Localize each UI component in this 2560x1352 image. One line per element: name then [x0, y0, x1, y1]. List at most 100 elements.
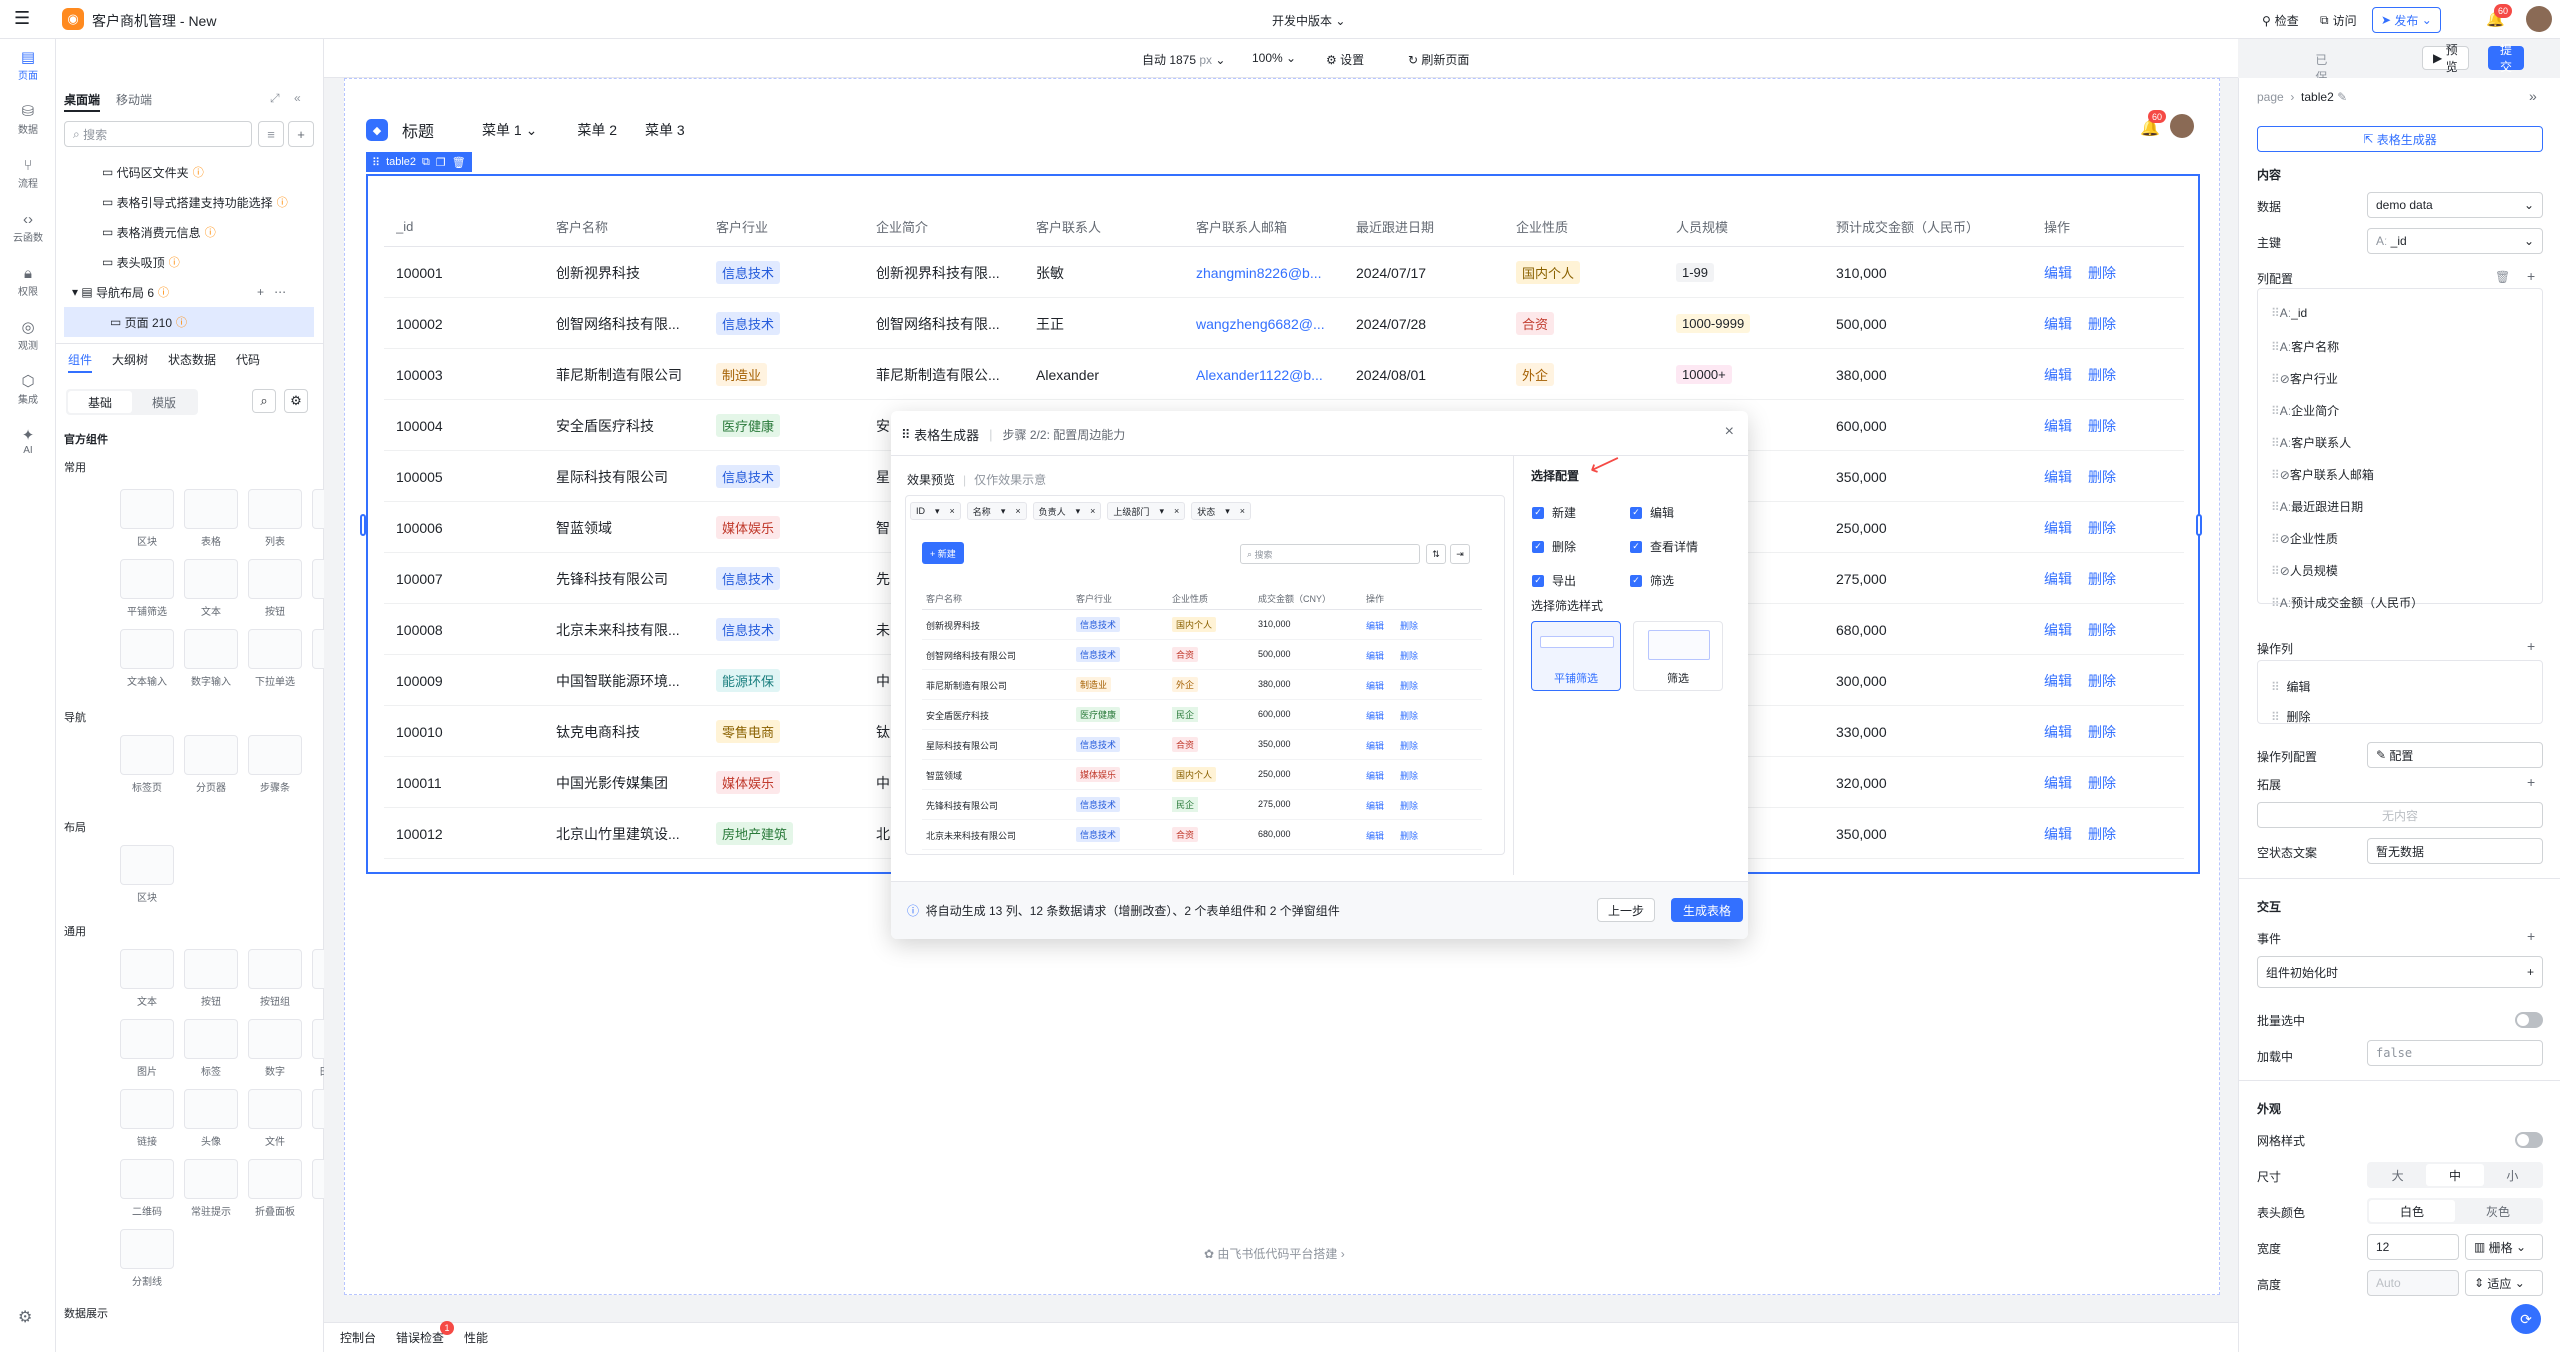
column-item[interactable]: ⠿ Aː 最近跟进日期	[2271, 498, 2363, 515]
column-header[interactable]: 客户联系人邮箱	[1196, 205, 1287, 247]
delete-link[interactable]: 删除	[2088, 314, 2116, 334]
add-icon[interactable]: +	[2527, 928, 2535, 944]
tree-item-page-210[interactable]: ▭ 页面 210 ⓘ	[64, 307, 314, 337]
config-checkbox[interactable]: ✓ 筛选	[1630, 572, 1674, 589]
preview-button[interactable]: ▶ 预览	[2422, 43, 2469, 74]
column-item[interactable]: ⠿ ⊘ 企业性质	[2271, 530, 2338, 547]
config-checkbox[interactable]: ✓ 删除	[1532, 538, 1576, 555]
delete-icon[interactable]: 🗑︎	[452, 156, 466, 169]
column-item[interactable]: ⠿ Aː 客户名称	[2271, 338, 2339, 355]
menu-1[interactable]: 菜单 1 ⌄	[482, 120, 537, 140]
edit-link[interactable]: 编辑	[2044, 518, 2072, 538]
size-medium[interactable]: 中	[2426, 1164, 2484, 1186]
search-input[interactable]: ⌕ 搜索	[64, 121, 252, 147]
table-row[interactable]: 100002 创智网络科技有限... 信息技术 创智网络科技有限... 王正 wangzh…	[384, 298, 2184, 349]
height-unit-select[interactable]: ⇕ 适应 ⌄	[2465, 1270, 2543, 1296]
table-row[interactable]: 100003 菲尼斯制造有限公司 制造业 菲尼斯制造有限公... Alexander Al…	[384, 349, 2184, 400]
rail-item-data[interactable]: ⛁ 数据	[0, 103, 56, 136]
column-item[interactable]: ⠿ ⊘ 客户联系人邮箱	[2271, 466, 2374, 483]
resize-handle-right[interactable]	[2196, 514, 2202, 536]
tab-desktop[interactable]: 桌面端	[64, 91, 101, 112]
expand-icon[interactable]: ⤢	[270, 91, 280, 106]
column-header[interactable]: 企业简介	[876, 205, 928, 247]
style-option-flat[interactable]: 平铺筛选	[1531, 621, 1621, 691]
component-tile[interactable]: 表格	[184, 489, 238, 548]
primary-key-select[interactable]: Aː _id ⌄	[2367, 228, 2543, 254]
cell-value[interactable]: wangzheng6682@...	[1196, 316, 1325, 332]
column-header[interactable]: 客户行业	[716, 205, 768, 247]
assistant-icon[interactable]: ⟳	[2511, 1304, 2541, 1334]
tree-item-nav-layout[interactable]: ▾ ▤ 导航布局 6 ⓘ + ⋯	[56, 277, 324, 307]
component-tile[interactable]: 区块	[120, 845, 174, 904]
config-checkbox[interactable]: ✓ 新建	[1532, 504, 1576, 521]
avatar[interactable]	[2170, 114, 2194, 138]
edit-link[interactable]: 编辑	[2044, 263, 2072, 283]
component-tile[interactable]: 文本输入	[120, 629, 174, 688]
tab-console[interactable]: 控制台	[340, 1329, 376, 1346]
component-tile[interactable]: 分页器	[184, 735, 238, 794]
duplicate-icon[interactable]: ❐	[436, 156, 446, 169]
delete-link[interactable]: 删除	[2088, 620, 2116, 640]
delete-link[interactable]: 删除	[2088, 773, 2116, 793]
component-tile[interactable]: 常驻提示	[184, 1159, 238, 1218]
settings-button[interactable]: ⚙ 设置	[1326, 51, 1364, 68]
style-option-filter[interactable]: 筛选	[1633, 621, 1723, 691]
add-icon[interactable]: +	[2527, 638, 2535, 654]
column-header[interactable]: 最近跟进日期	[1356, 205, 1434, 247]
edit-icon[interactable]: ✎	[2334, 90, 2347, 104]
color-white[interactable]: 白色	[2369, 1200, 2455, 1222]
menu-3[interactable]: 菜单 3	[645, 120, 685, 140]
add-icon[interactable]: +	[2527, 965, 2534, 979]
component-tile[interactable]: 文本	[120, 949, 174, 1008]
op-item-delete[interactable]: ⠿ 删除	[2271, 708, 2310, 725]
breadcrumb-page[interactable]: page	[2257, 90, 2284, 104]
component-tile[interactable]: 数字输入	[184, 629, 238, 688]
rail-item-observe[interactable]: ◎ 观测	[0, 319, 56, 352]
tree-item[interactable]: ▭ 表格消费元信息 ⓘ	[56, 217, 324, 247]
column-item[interactable]: ⠿ Aː 企业简介	[2271, 402, 2339, 419]
rail-item-permission[interactable]: 🔒︎ 权限	[0, 265, 56, 298]
cell-value[interactable]: zhangmin8226@b...	[1196, 265, 1322, 281]
edit-link[interactable]: 编辑	[2044, 416, 2072, 436]
resize-handle-left[interactable]	[360, 514, 366, 536]
loading-input[interactable]: false	[2367, 1040, 2543, 1066]
collapse-panel-icon[interactable]: »	[2529, 88, 2537, 104]
component-tile[interactable]: 按钮	[184, 949, 238, 1008]
preview-tab[interactable]: 效果预览	[907, 471, 955, 488]
component-tile[interactable]: 按钮组	[248, 949, 302, 1008]
rail-item-flow[interactable]: ⑂ 流程	[0, 157, 56, 190]
batch-select-toggle[interactable]	[2515, 1012, 2543, 1028]
op-config-button[interactable]: ✎ 配置	[2367, 742, 2543, 768]
tab-mobile[interactable]: 移动端	[116, 91, 152, 108]
column-item[interactable]: ⠿ ⊘ 人员规模	[2271, 562, 2338, 579]
collapse-icon[interactable]: «	[294, 91, 301, 105]
column-header[interactable]: 预计成交金额（人民币）	[1836, 205, 1979, 247]
component-tile[interactable]: 标签页	[120, 735, 174, 794]
tab-state[interactable]: 状态数据	[168, 351, 216, 368]
version-select[interactable]: 开发中版本 ⌄	[1272, 12, 1345, 29]
component-tile[interactable]: 链接	[120, 1089, 174, 1148]
add-icon[interactable]: +	[257, 285, 264, 299]
component-tile[interactable]: 标签	[184, 1019, 238, 1078]
tree-item[interactable]: ▭ 代码区文件夹 ⓘ	[56, 157, 324, 187]
rail-item-ai[interactable]: ✦ AI	[0, 427, 56, 456]
size-large[interactable]: 大	[2369, 1164, 2426, 1186]
edit-link[interactable]: 编辑	[2044, 722, 2072, 742]
cell-value[interactable]: Alexander1122@b...	[1196, 367, 1323, 383]
config-checkbox[interactable]: ✓ 导出	[1532, 572, 1576, 589]
visit-button[interactable]: ⧉ 访问	[2320, 12, 2357, 29]
drag-icon[interactable]: ⠿	[372, 156, 380, 169]
component-tile[interactable]: 文件	[248, 1089, 302, 1148]
component-tile[interactable]: 头像	[184, 1089, 238, 1148]
segment-basic[interactable]: 基础	[68, 391, 132, 413]
width-select[interactable]: 自动 1875 px ⌄	[1142, 51, 1225, 68]
column-header[interactable]: 客户名称	[556, 205, 608, 247]
rail-item-page[interactable]: ▤ 页面	[0, 49, 56, 82]
submit-button[interactable]: 提交	[2488, 43, 2525, 74]
tab-error-check[interactable]: 错误检查 1	[396, 1321, 455, 1346]
op-item-edit[interactable]: ⠿ 编辑	[2271, 678, 2310, 695]
check-button[interactable]: ⚲ 检查	[2262, 12, 2299, 29]
tab-outline[interactable]: 大纲树	[112, 351, 148, 368]
edit-link[interactable]: 编辑	[2044, 620, 2072, 640]
component-tile[interactable]: 平铺筛选	[120, 559, 174, 618]
